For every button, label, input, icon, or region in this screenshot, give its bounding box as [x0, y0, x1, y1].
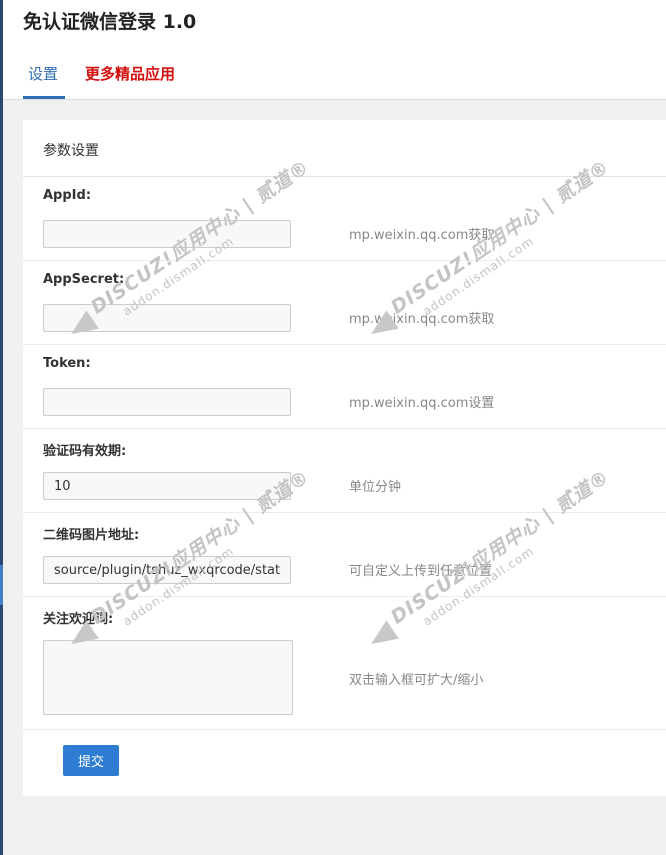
tab-more-apps[interactable]: 更多精品应用 — [85, 63, 175, 84]
token-input[interactable] — [43, 388, 291, 416]
token-label: Token: — [43, 356, 91, 371]
appid-input[interactable] — [43, 220, 291, 248]
left-sidebar-active-marker — [0, 565, 3, 605]
code-validity-help: 单位分钟 — [349, 480, 402, 495]
page-header: 免认证微信登录 1.0 设置 更多精品应用 — [3, 0, 666, 100]
qrcode-path-input[interactable] — [43, 556, 291, 584]
appsecret-label: AppSecret: — [43, 272, 125, 287]
row-divider — [23, 512, 666, 513]
settings-panel: 参数设置 AppId: mp.weixin.qq.com获取 AppSecret… — [23, 120, 666, 796]
tab-settings[interactable]: 设置 — [28, 63, 58, 84]
appsecret-help: mp.weixin.qq.com获取 — [349, 312, 495, 327]
qrcode-path-label: 二维码图片地址: — [43, 528, 140, 543]
active-tab-indicator — [23, 96, 65, 99]
row-divider — [23, 596, 666, 597]
app-title: 免认证微信登录 1.0 — [23, 11, 197, 33]
row-divider — [23, 729, 666, 730]
panel-title: 参数设置 — [43, 143, 99, 159]
appid-help: mp.weixin.qq.com获取 — [349, 228, 495, 243]
welcome-message-label: 关注欢迎词: — [43, 612, 114, 627]
appsecret-input[interactable] — [43, 304, 291, 332]
row-divider — [23, 344, 666, 345]
left-sidebar-edge — [0, 0, 3, 855]
code-validity-label: 验证码有效期: — [43, 444, 127, 459]
token-help: mp.weixin.qq.com设置 — [349, 396, 495, 411]
row-divider — [23, 260, 666, 261]
welcome-message-textarea[interactable] — [43, 640, 293, 715]
appid-label: AppId: — [43, 188, 92, 203]
qrcode-path-help: 可自定义上传到任意位置 — [349, 564, 493, 579]
welcome-message-help: 双击输入框可扩大/缩小 — [349, 673, 484, 688]
row-divider — [23, 428, 666, 429]
code-validity-input[interactable] — [43, 472, 291, 500]
submit-button[interactable]: 提交 — [63, 745, 119, 776]
panel-divider — [23, 176, 666, 177]
